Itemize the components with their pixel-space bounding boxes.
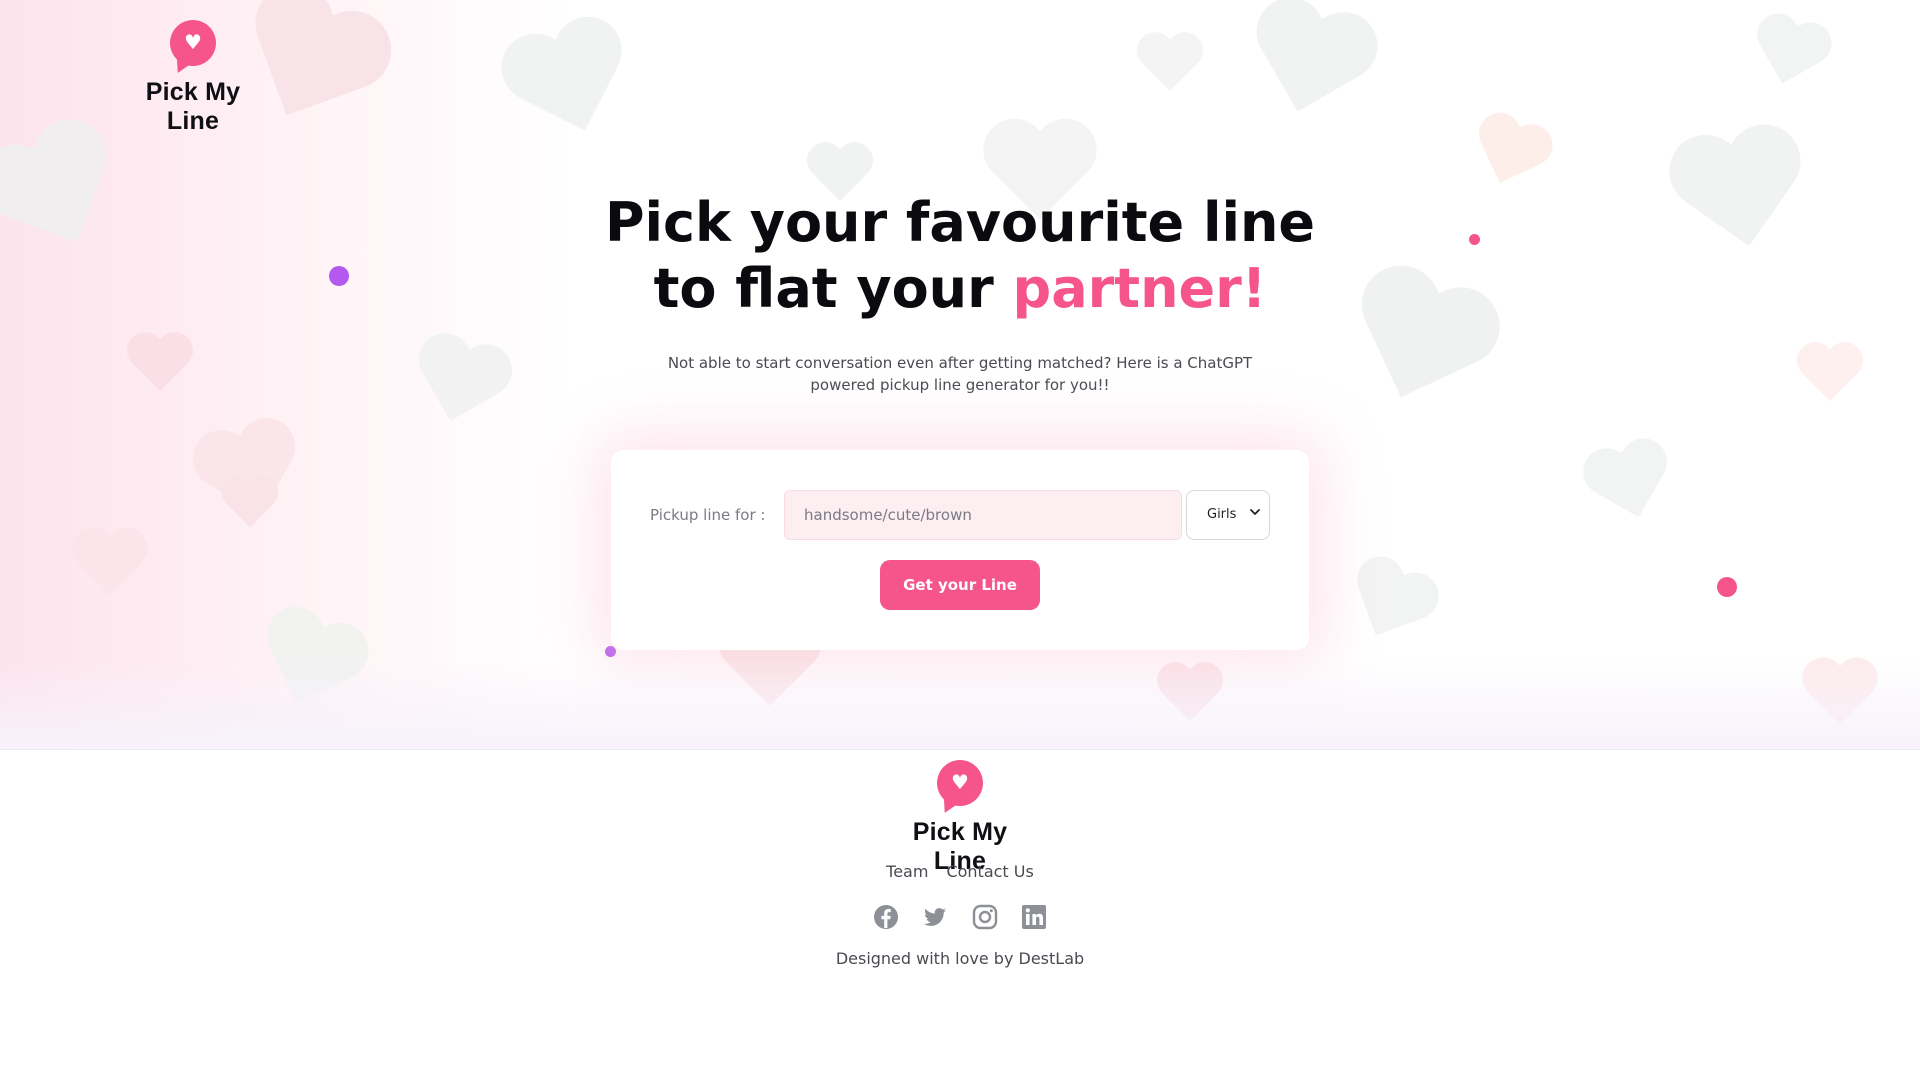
instagram-icon[interactable] xyxy=(971,903,999,931)
heart-decoration-icon xyxy=(1232,0,1388,138)
heart-decoration-icon xyxy=(220,478,280,532)
heart-decoration-icon xyxy=(1742,10,1838,100)
footer-links: Team Contact Us xyxy=(860,862,1060,881)
header-logo[interactable]: ♥ Pick My Line xyxy=(118,20,268,136)
footer-logo[interactable]: ♥ Pick My Line xyxy=(885,760,1035,876)
decorative-dot xyxy=(605,646,616,657)
headline-line-2: to flat your partner! xyxy=(560,256,1360,322)
heart-decoration-icon xyxy=(241,600,378,731)
subtitle-line-1: Not able to start conversation even afte… xyxy=(667,354,1253,372)
heart-pin-icon: ♥ xyxy=(937,760,983,806)
page-headline: Pick your favourite line to flat your pa… xyxy=(560,190,1360,322)
heart-decoration-icon xyxy=(1660,121,1820,269)
generator-form-card: Pickup line for : Girls Get your Line xyxy=(611,450,1309,650)
heart-decoration-icon xyxy=(1135,34,1205,97)
pickup-line-input[interactable] xyxy=(784,490,1182,540)
footer-link-contact-us[interactable]: Contact Us xyxy=(946,862,1033,881)
heart-decoration-icon xyxy=(1795,344,1865,407)
pickup-line-label: Pickup line for : xyxy=(650,506,766,524)
decorative-dot xyxy=(1717,577,1737,597)
linkedin-icon[interactable] xyxy=(1020,903,1048,931)
heart-decoration-icon xyxy=(1155,664,1225,727)
page-subtitle: Not able to start conversation even afte… xyxy=(640,352,1280,396)
brand-name: Pick My Line xyxy=(145,78,241,135)
hero-section: ♥ Pick My Line Pick your favourite line … xyxy=(0,0,1920,750)
decorative-dot xyxy=(1469,234,1480,245)
footer-credit: Designed with love by DestLab xyxy=(835,949,1085,968)
get-your-line-button[interactable]: Get your Line xyxy=(880,560,1040,610)
heart-decoration-icon xyxy=(400,329,520,442)
subtitle-line-2: powered pickup line generator for you!! xyxy=(810,376,1110,394)
twitter-icon[interactable] xyxy=(921,903,949,931)
heart-decoration-icon xyxy=(1800,659,1880,731)
chevron-down-icon xyxy=(1250,509,1260,515)
gender-select-value: Girls xyxy=(1207,507,1237,522)
headline-accent-word: partner! xyxy=(1012,257,1267,320)
social-links xyxy=(872,903,1048,931)
headline-line-1: Pick your favourite line xyxy=(604,191,1316,254)
heart-decoration-icon xyxy=(1332,549,1448,660)
heart-pin-icon: ♥ xyxy=(170,20,216,66)
heart-decoration-icon xyxy=(70,529,150,601)
decorative-dot xyxy=(329,266,349,286)
heart-decoration-icon xyxy=(125,334,195,397)
heart-decoration-icon xyxy=(490,9,650,160)
footer-link-team[interactable]: Team xyxy=(886,862,928,881)
gender-select[interactable]: Girls xyxy=(1186,490,1270,540)
heart-decoration-icon xyxy=(1460,107,1560,202)
headline-line-2-prefix: to flat your xyxy=(653,257,1013,320)
facebook-icon[interactable] xyxy=(872,903,900,931)
heart-decoration-icon xyxy=(1576,434,1684,536)
